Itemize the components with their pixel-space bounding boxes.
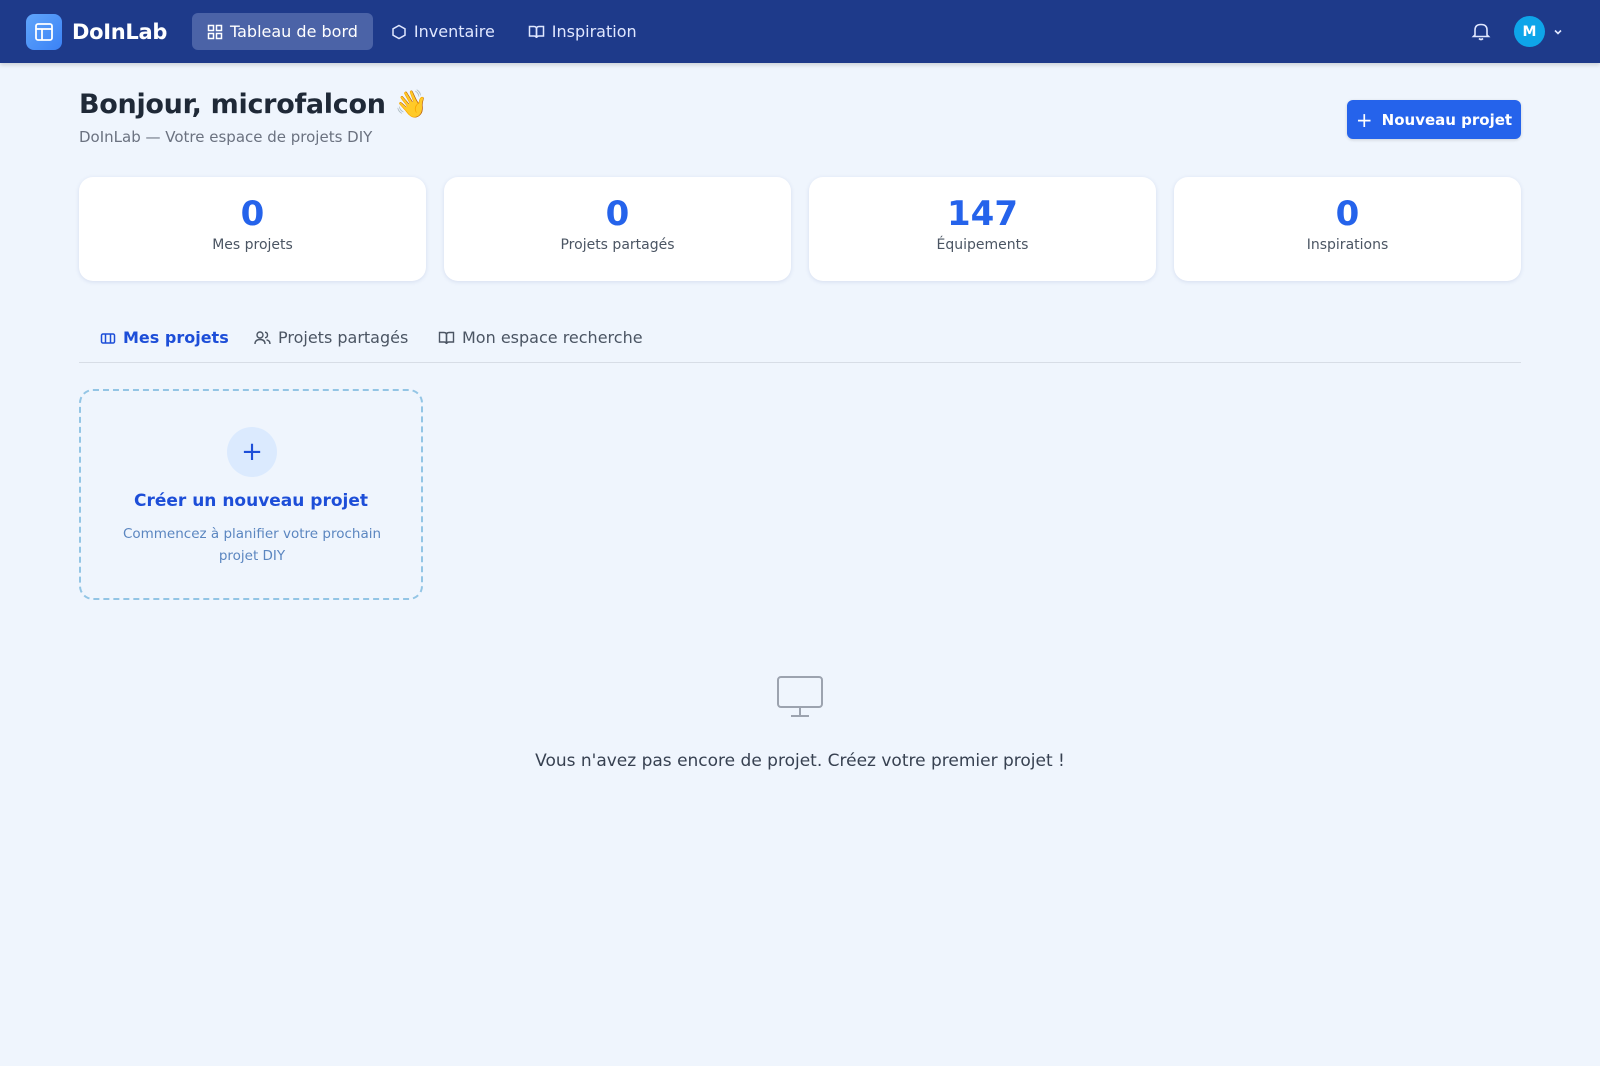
stat-label: Inspirations <box>1306 237 1389 254</box>
plus-icon: + <box>1355 107 1373 132</box>
hexagon-icon <box>392 24 406 39</box>
stat-card-shared-projects: 0 Projets partagés <box>444 177 791 281</box>
stat-label: Équipements <box>936 237 1029 254</box>
monitor-icon <box>776 675 824 723</box>
book-open-icon <box>438 331 455 344</box>
tab-label: Mon espace recherche <box>462 328 643 347</box>
notifications-bell-icon[interactable] <box>1470 20 1492 46</box>
create-project-description: Commencez à planifier votre prochain pro… <box>122 526 382 564</box>
nav-item-label: Inventaire <box>413 22 495 41</box>
nav-item-label: Inspiration <box>551 22 637 41</box>
book-open-icon <box>528 25 545 38</box>
chevron-down-icon <box>1554 29 1562 35</box>
page-subtitle: DoInLab — Votre espace de projets DIY <box>79 128 373 146</box>
stat-card-inspirations: 0 Inspirations <box>1174 177 1521 281</box>
tab-label: Projets partagés <box>278 328 409 347</box>
stat-label: Mes projets <box>212 237 293 254</box>
app-name: DoInLab <box>72 20 168 44</box>
nav-item-label: Tableau de bord <box>230 22 358 41</box>
tab-research-space[interactable]: Mon espace recherche <box>438 328 643 347</box>
create-project-title: Créer un nouveau projet <box>133 491 369 511</box>
stat-value: 0 <box>240 194 265 234</box>
users-icon <box>254 330 271 344</box>
user-menu[interactable]: M <box>1514 16 1564 47</box>
avatar: M <box>1514 16 1545 47</box>
dashboard-grid-icon <box>207 24 223 39</box>
stat-value: 147 <box>947 194 1018 234</box>
brand[interactable]: DoInLab <box>26 14 167 50</box>
stat-label: Projets partagés <box>560 237 675 254</box>
box-icon <box>100 332 116 344</box>
nav-item-dashboard[interactable]: Tableau de bord <box>192 13 373 50</box>
top-navbar: DoInLab Tableau de bord Inventaire Inspi… <box>0 0 1600 63</box>
nav-item-inventory[interactable]: Inventaire <box>376 13 510 50</box>
stat-card-equipment: 147 Équipements <box>809 177 1156 281</box>
app-logo-icon <box>26 14 62 50</box>
stat-value: 0 <box>605 194 630 234</box>
tab-label: Mes projets <box>123 328 229 347</box>
main-nav: Tableau de bord Inventaire Inspiration <box>192 13 655 50</box>
project-tabs: Mes projets Projets partagés Mon espace … <box>79 320 1521 363</box>
tab-my-projects[interactable]: Mes projets <box>100 328 229 347</box>
empty-state-message: Vous n'avez pas encore de projet. Créez … <box>535 751 1065 771</box>
create-project-card[interactable]: + Créer un nouveau projet Commencez à pl… <box>79 389 423 600</box>
page-title: Bonjour, microfalcon 👋 <box>79 89 429 120</box>
tab-shared-projects[interactable]: Projets partagés <box>254 328 408 347</box>
new-project-button-label: Nouveau projet <box>1381 110 1513 129</box>
new-project-button[interactable]: + Nouveau projet <box>1347 100 1521 139</box>
stat-card-my-projects: 0 Mes projets <box>79 177 426 281</box>
plus-icon: + <box>227 427 277 477</box>
stat-value: 0 <box>1335 194 1360 234</box>
nav-item-inspiration[interactable]: Inspiration <box>513 13 652 50</box>
